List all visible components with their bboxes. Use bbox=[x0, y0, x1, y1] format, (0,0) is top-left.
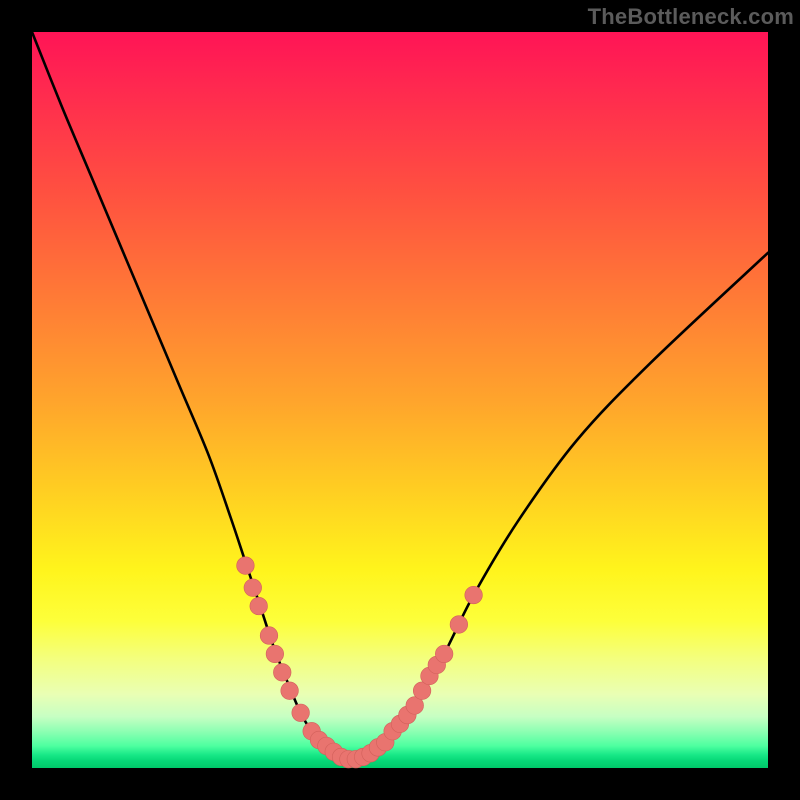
data-point bbox=[450, 616, 468, 634]
data-point bbox=[237, 557, 255, 575]
chart-frame: TheBottleneck.com bbox=[0, 0, 800, 800]
data-point bbox=[266, 645, 284, 663]
data-point bbox=[281, 682, 299, 700]
data-point bbox=[260, 627, 278, 645]
bottleneck-curve bbox=[32, 32, 768, 760]
data-point bbox=[273, 664, 291, 682]
watermark-text: TheBottleneck.com bbox=[588, 4, 794, 30]
data-point bbox=[292, 704, 310, 722]
chart-svg bbox=[32, 32, 768, 768]
data-point bbox=[465, 586, 483, 604]
data-markers bbox=[237, 557, 483, 768]
plot-area bbox=[32, 32, 768, 768]
data-point bbox=[244, 579, 262, 597]
data-point bbox=[250, 597, 268, 615]
data-point bbox=[435, 645, 453, 663]
